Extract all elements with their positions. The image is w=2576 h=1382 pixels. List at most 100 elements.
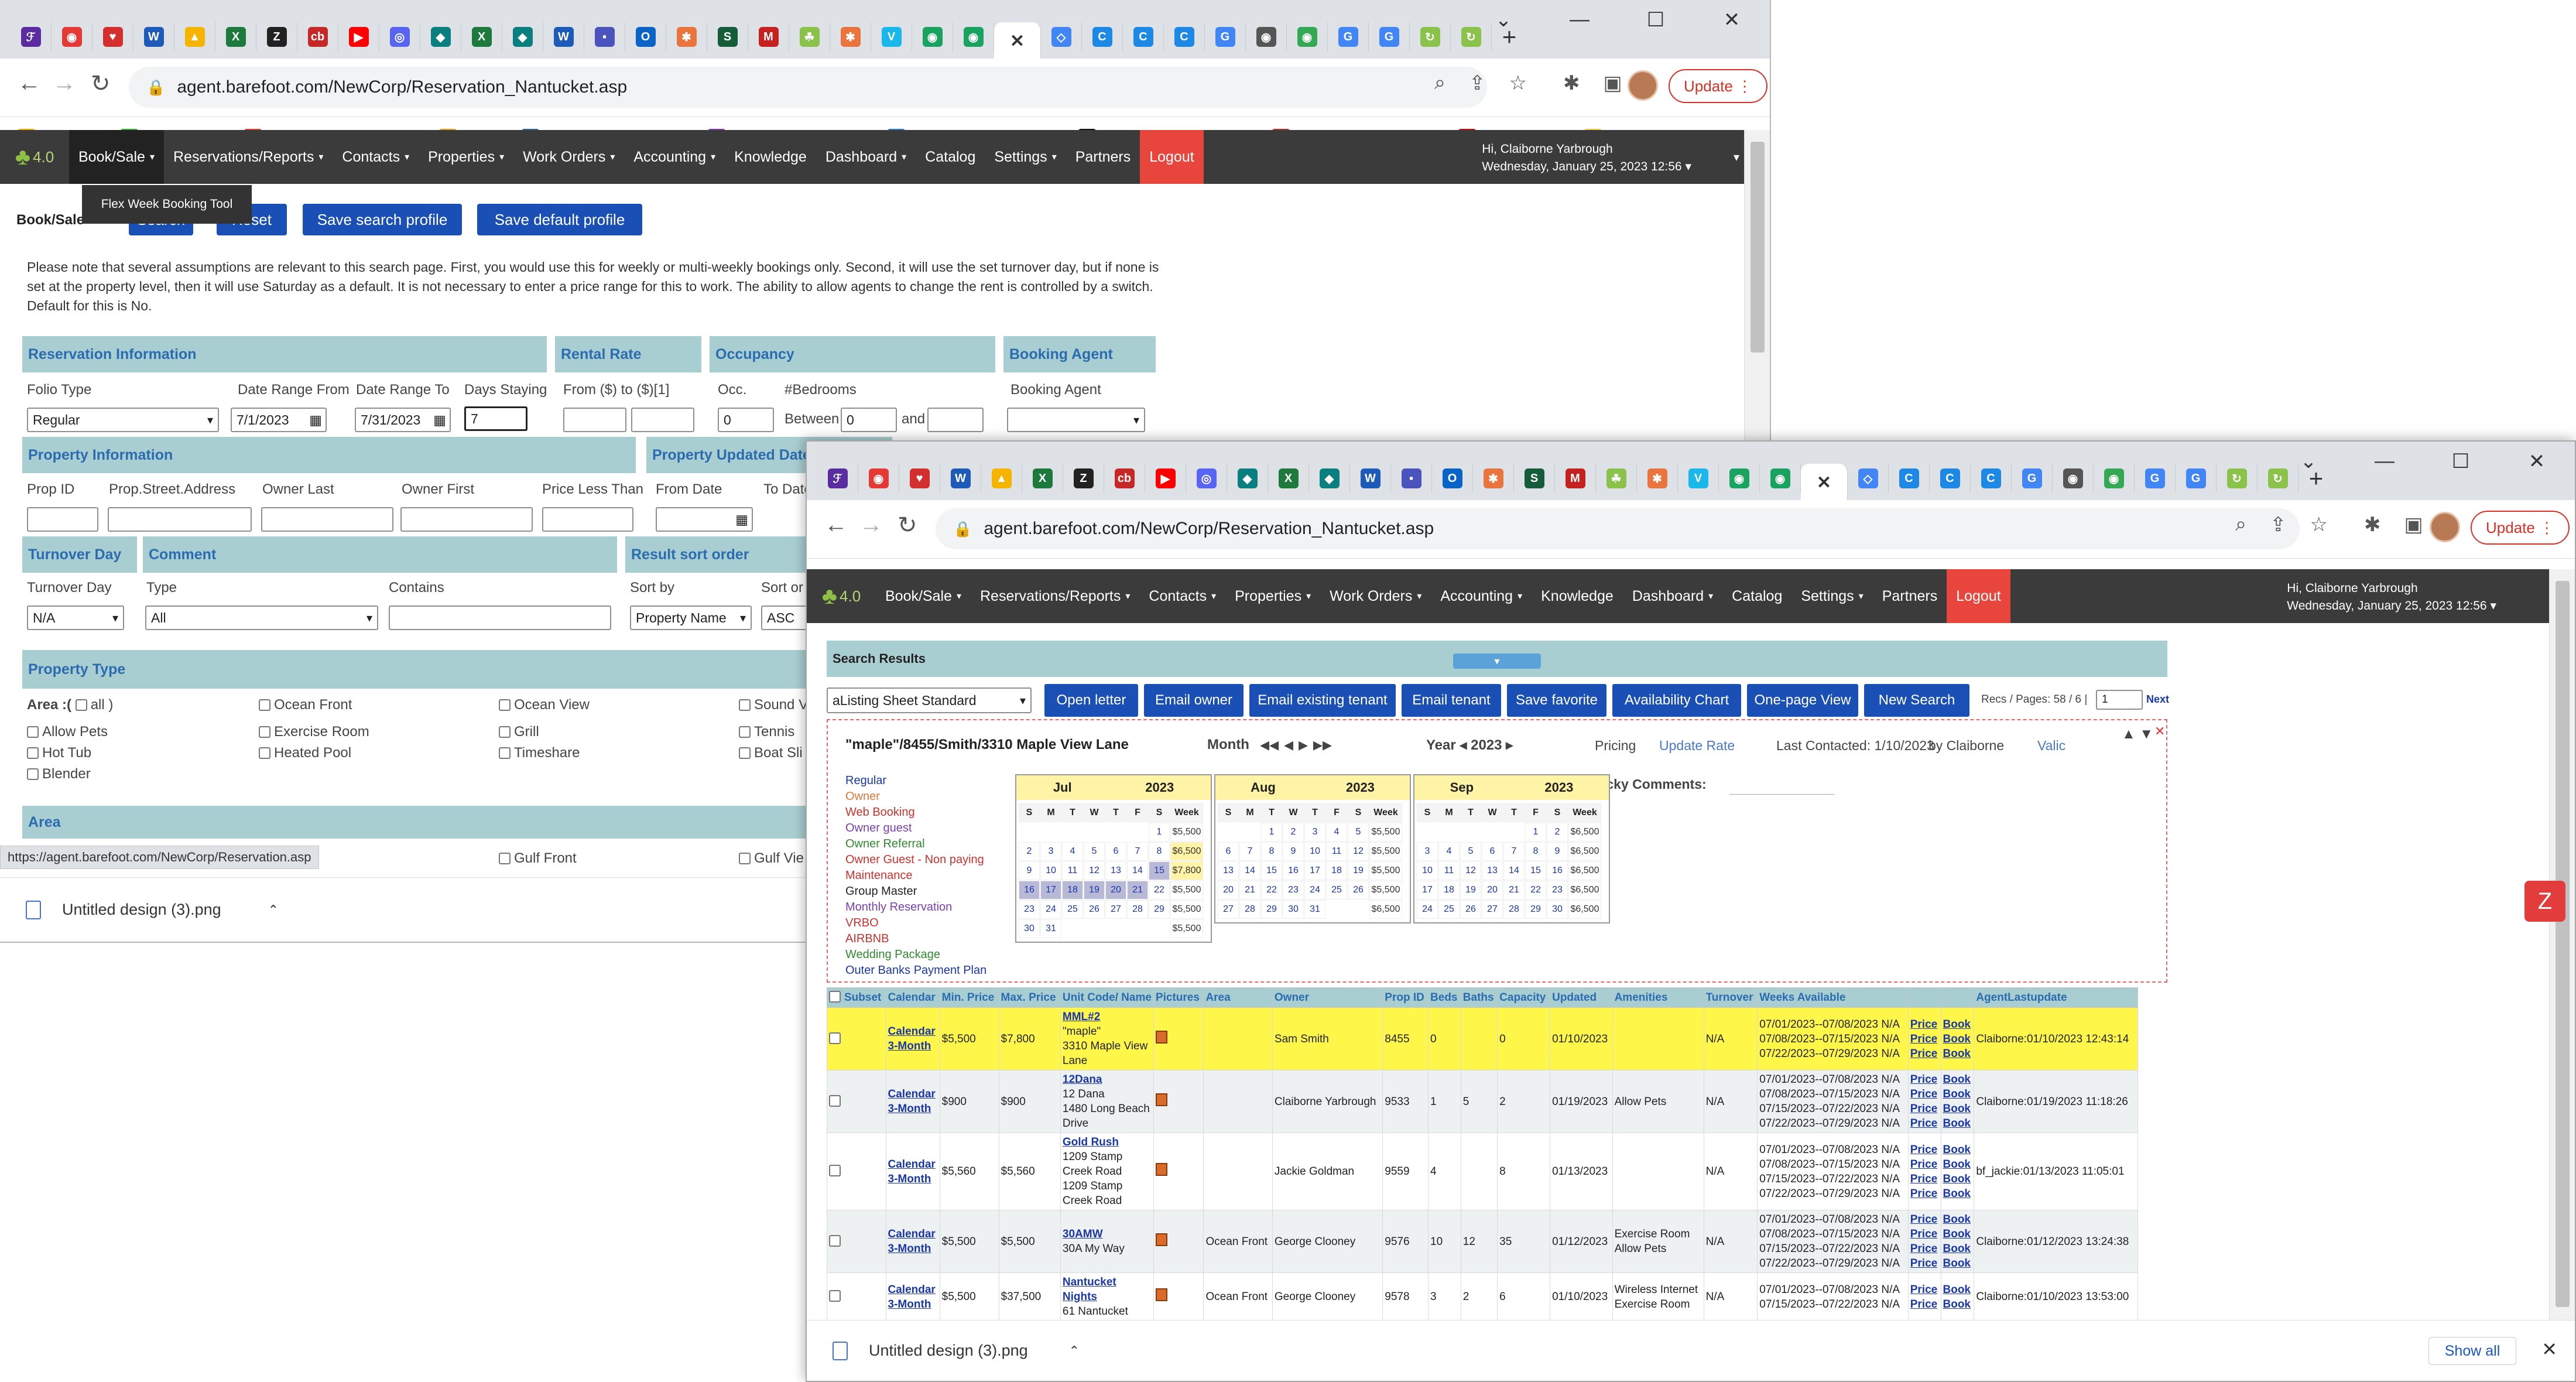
collapse-toggle[interactable]: ▾ [1453,654,1541,669]
download-item[interactable]: Untitled design (3).png ⌃ [833,1341,1080,1360]
calendar-day[interactable]: 10 [1040,861,1061,880]
calendar-day[interactable]: 12 [1084,861,1105,880]
update-button[interactable]: Update ⋮ [1669,69,1768,103]
tab-r2[interactable]: C [1082,22,1123,52]
result-btn-one-page-view[interactable]: One-page View [1747,684,1858,717]
week-price[interactable]: $6,500 [1568,842,1601,861]
calendar-day[interactable]: 30 [1547,900,1568,919]
show-all-button[interactable]: Show all [2428,1337,2516,1365]
close-tab-icon[interactable]: ✕ [1817,473,1831,493]
calendar-day[interactable]: 24 [1417,900,1438,919]
calendar-day[interactable]: 15 [1261,861,1282,880]
tab-8[interactable]: cb [1104,464,1145,493]
calendar-day[interactable]: 5 [1460,842,1481,861]
tab-13[interactable]: ◆ [502,22,543,52]
nav-item-reservations-reports[interactable]: Reservations/Reports ▾ [971,569,1139,623]
comment-type-select[interactable]: All [145,606,378,630]
picture-icon[interactable] [1155,1093,1167,1106]
nav-item-partners[interactable]: Partners [1873,569,1947,623]
book-link[interactable]: Book [1943,1072,1972,1087]
nav-item-properties[interactable]: Properties ▾ [1225,569,1320,623]
col-header[interactable]: Subset [827,987,886,1008]
unit-code-link[interactable]: Gold Rush [1063,1135,1152,1150]
amenity-checkbox[interactable]: Ocean View [499,697,590,713]
forward-icon[interactable]: → [859,512,883,538]
nav-item-contacts[interactable]: Contacts ▾ [1139,569,1225,623]
book-link[interactable]: Book [1943,1116,1972,1131]
tab-4[interactable]: W [133,22,174,52]
result-btn-availability-chart[interactable]: Availability Chart [1612,684,1741,717]
calendar-link[interactable]: Calendar [888,1282,938,1297]
tab-17[interactable]: ✱ [666,22,707,52]
row-checkbox[interactable] [829,1234,841,1247]
owner-first-input[interactable] [400,507,533,532]
share-icon[interactable]: ⇪ [1469,71,1486,95]
folio-type-select[interactable]: Regular [27,408,219,432]
calendar-day[interactable]: 18 [1326,861,1347,880]
book-link[interactable]: Book [1943,1186,1972,1201]
picture-icon[interactable] [1155,1030,1167,1044]
calendar-day[interactable]: 16 [1283,861,1304,880]
book-link[interactable]: Book [1943,1241,1972,1256]
calendar-day[interactable]: 10 [1304,842,1325,861]
nav-item-dashboard[interactable]: Dashboard ▾ [816,130,916,184]
calendar-day[interactable]: 11 [1438,861,1460,880]
nav-item-settings[interactable]: Settings ▾ [985,130,1066,184]
result-btn-email-owner[interactable]: Email owner [1144,684,1244,717]
tab-2[interactable]: ◉ [52,22,93,52]
unit-code-link[interactable]: 12Dana [1063,1072,1152,1087]
price-link[interactable]: Price [1910,1157,1939,1172]
chevron-up-icon[interactable]: ⌃ [268,902,279,918]
nav-item-accounting[interactable]: Accounting ▾ [624,130,725,184]
tab-r9[interactable]: G [1369,22,1410,52]
sort-arrows[interactable]: ▲ ▼ [2122,726,2153,743]
rate-from-input[interactable] [563,408,626,432]
star-icon[interactable]: ☆ [2310,513,2328,536]
calendar-day[interactable]: 7 [1239,842,1260,861]
3-month-link[interactable]: 3-Month [888,1039,938,1053]
chevron-up-icon[interactable]: ⌃ [1069,1343,1080,1359]
tab-12[interactable]: X [1268,464,1309,493]
tab-6[interactable]: X [1022,464,1063,493]
amenity-checkbox[interactable]: Grill [499,724,539,740]
close-tab-icon[interactable]: ✕ [1010,31,1025,52]
price-link[interactable]: Price [1910,1282,1939,1297]
nav-item-contacts[interactable]: Contacts ▾ [333,130,419,184]
calendar-day[interactable]: 8 [1149,842,1170,861]
calendar-day[interactable]: 31 [1040,919,1061,938]
owner-last-input[interactable] [261,507,393,532]
nav-item-book-sale[interactable]: Book/Sale ▾ [876,569,971,623]
calendar-day[interactable]: 28 [1127,900,1148,919]
calendar-day[interactable]: 31 [1304,900,1325,919]
url-field[interactable]: 🔒 agent.barefoot.com/NewCorp/Reservation… [129,67,1487,108]
book-link[interactable]: Book [1943,1046,1972,1061]
calendar-day[interactable]: 25 [1326,881,1347,899]
tab-r6[interactable]: ◉ [1246,22,1287,52]
nav-item-logout[interactable]: Logout [1140,130,1204,184]
tab-15[interactable]: ▪ [1391,464,1432,493]
tab-r5[interactable]: G [1205,22,1246,52]
price-link[interactable]: Price [1910,1212,1939,1227]
tab-3[interactable]: ♥ [93,22,133,52]
result-btn-open-letter[interactable]: Open letter [1044,684,1138,717]
row-checkbox[interactable] [829,1032,841,1044]
price-link[interactable]: Price [1910,1087,1939,1102]
calendar-day[interactable]: 24 [1304,881,1325,899]
calendar-link[interactable]: Calendar [888,1024,938,1039]
tab-17[interactable]: ✱ [1473,464,1514,493]
calendar-day[interactable]: 17 [1040,881,1061,899]
barefoot-logo[interactable]: ♣ 4.0 [0,130,69,184]
tab-5[interactable]: ▲ [174,22,215,52]
calendar-day[interactable]: 30 [1019,919,1040,938]
calendar-day[interactable]: 16 [1019,881,1040,899]
next-link[interactable]: Next [2146,693,2169,706]
calendar-day[interactable]: 4 [1326,823,1347,841]
calendar-day[interactable]: 6 [1218,842,1239,861]
calendar-day[interactable]: 26 [1460,900,1481,919]
nav-item-work-orders[interactable]: Work Orders ▾ [513,130,624,184]
week-price[interactable]: $6,500 [1568,861,1601,880]
area-all-checkbox[interactable] [75,699,87,711]
tab-r8[interactable]: G [1328,22,1369,52]
tab-7[interactable]: Z [256,22,297,52]
tab-r10[interactable]: ↻ [2217,464,2258,493]
